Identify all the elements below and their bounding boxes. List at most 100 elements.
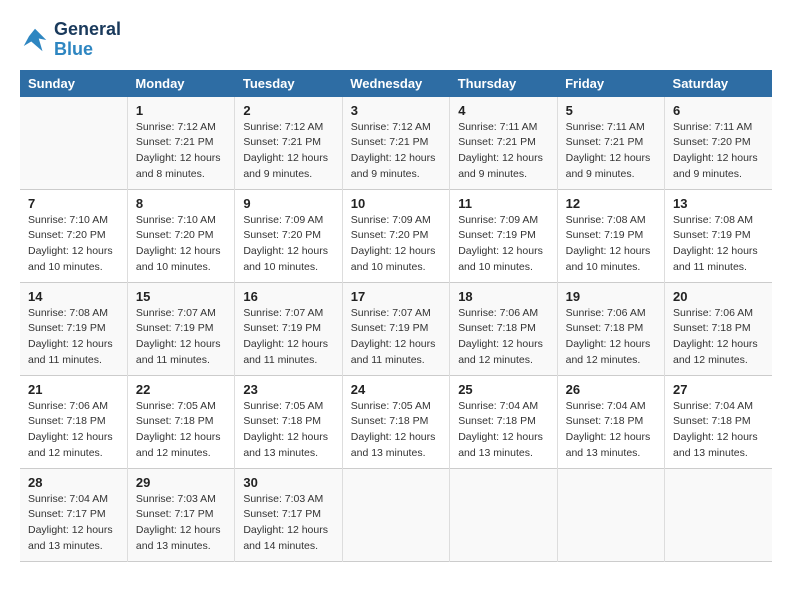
calendar-cell: 27 Sunrise: 7:04 AM Sunset: 7:18 PM Dayli… <box>665 375 772 468</box>
day-info: Sunrise: 7:06 AM Sunset: 7:18 PM Dayligh… <box>673 306 764 369</box>
calendar-cell: 20 Sunrise: 7:06 AM Sunset: 7:18 PM Dayli… <box>665 282 772 375</box>
day-number: 18 <box>458 289 548 304</box>
day-info: Sunrise: 7:07 AM Sunset: 7:19 PM Dayligh… <box>351 306 441 369</box>
day-info: Sunrise: 7:04 AM Sunset: 7:18 PM Dayligh… <box>458 399 548 462</box>
header-cell-monday: Monday <box>127 70 234 97</box>
calendar-cell: 1 Sunrise: 7:12 AM Sunset: 7:21 PM Daylig… <box>127 97 234 190</box>
page-header: General Blue <box>20 20 772 60</box>
calendar-cell: 19 Sunrise: 7:06 AM Sunset: 7:18 PM Dayli… <box>557 282 664 375</box>
day-number: 2 <box>243 103 333 118</box>
day-info: Sunrise: 7:11 AM Sunset: 7:20 PM Dayligh… <box>673 120 764 183</box>
day-info: Sunrise: 7:06 AM Sunset: 7:18 PM Dayligh… <box>566 306 656 369</box>
day-number: 10 <box>351 196 441 211</box>
calendar-cell <box>665 468 772 561</box>
calendar-cell <box>20 97 127 190</box>
day-number: 14 <box>28 289 119 304</box>
day-number: 6 <box>673 103 764 118</box>
day-number: 28 <box>28 475 119 490</box>
calendar-cell: 16 Sunrise: 7:07 AM Sunset: 7:19 PM Dayli… <box>235 282 342 375</box>
week-row-2: 7 Sunrise: 7:10 AM Sunset: 7:20 PM Daylig… <box>20 189 772 282</box>
calendar-cell: 25 Sunrise: 7:04 AM Sunset: 7:18 PM Dayli… <box>450 375 557 468</box>
day-number: 27 <box>673 382 764 397</box>
day-number: 22 <box>136 382 226 397</box>
calendar-cell: 26Sunrise: 7:04 AM Sunset: 7:18 PM Dayli… <box>557 375 664 468</box>
logo-text: General Blue <box>54 20 121 60</box>
calendar-cell: 28 Sunrise: 7:04 AM Sunset: 7:17 PM Dayli… <box>20 468 127 561</box>
day-number: 4 <box>458 103 548 118</box>
calendar-cell: 30 Sunrise: 7:03 AM Sunset: 7:17 PM Dayli… <box>235 468 342 561</box>
header-cell-sunday: Sunday <box>20 70 127 97</box>
calendar-cell: 7 Sunrise: 7:10 AM Sunset: 7:20 PM Daylig… <box>20 189 127 282</box>
week-row-1: 1 Sunrise: 7:12 AM Sunset: 7:21 PM Daylig… <box>20 97 772 190</box>
calendar-header: SundayMondayTuesdayWednesdayThursdayFrid… <box>20 70 772 97</box>
day-number: 15 <box>136 289 226 304</box>
week-row-5: 28 Sunrise: 7:04 AM Sunset: 7:17 PM Dayli… <box>20 468 772 561</box>
calendar-cell: 29Sunrise: 7:03 AM Sunset: 7:17 PM Dayli… <box>127 468 234 561</box>
day-number: 21 <box>28 382 119 397</box>
calendar-cell: 9Sunrise: 7:09 AM Sunset: 7:20 PM Daylig… <box>235 189 342 282</box>
day-number: 17 <box>351 289 441 304</box>
day-info: Sunrise: 7:07 AM Sunset: 7:19 PM Dayligh… <box>243 306 333 369</box>
day-info: Sunrise: 7:05 AM Sunset: 7:18 PM Dayligh… <box>243 399 333 462</box>
calendar-cell <box>557 468 664 561</box>
day-number: 16 <box>243 289 333 304</box>
calendar-cell: 2Sunrise: 7:12 AM Sunset: 7:21 PM Daylig… <box>235 97 342 190</box>
day-info: Sunrise: 7:08 AM Sunset: 7:19 PM Dayligh… <box>673 213 764 276</box>
calendar-cell: 22Sunrise: 7:05 AM Sunset: 7:18 PM Dayli… <box>127 375 234 468</box>
day-info: Sunrise: 7:08 AM Sunset: 7:19 PM Dayligh… <box>28 306 119 369</box>
day-number: 26 <box>566 382 656 397</box>
logo: General Blue <box>20 20 121 60</box>
day-number: 29 <box>136 475 226 490</box>
day-number: 24 <box>351 382 441 397</box>
day-number: 11 <box>458 196 548 211</box>
calendar-cell: 12 Sunrise: 7:08 AM Sunset: 7:19 PM Dayli… <box>557 189 664 282</box>
header-cell-saturday: Saturday <box>665 70 772 97</box>
day-number: 8 <box>136 196 226 211</box>
day-info: Sunrise: 7:06 AM Sunset: 7:18 PM Dayligh… <box>28 399 119 462</box>
calendar-cell: 6 Sunrise: 7:11 AM Sunset: 7:20 PM Daylig… <box>665 97 772 190</box>
calendar-cell: 4 Sunrise: 7:11 AM Sunset: 7:21 PM Daylig… <box>450 97 557 190</box>
calendar-cell: 5 Sunrise: 7:11 AM Sunset: 7:21 PM Daylig… <box>557 97 664 190</box>
calendar-cell: 14 Sunrise: 7:08 AM Sunset: 7:19 PM Dayli… <box>20 282 127 375</box>
calendar-cell: 13 Sunrise: 7:08 AM Sunset: 7:19 PM Dayli… <box>665 189 772 282</box>
calendar-cell: 17 Sunrise: 7:07 AM Sunset: 7:19 PM Dayli… <box>342 282 449 375</box>
header-cell-wednesday: Wednesday <box>342 70 449 97</box>
day-info: Sunrise: 7:04 AM Sunset: 7:18 PM Dayligh… <box>673 399 764 462</box>
day-number: 25 <box>458 382 548 397</box>
day-info: Sunrise: 7:10 AM Sunset: 7:20 PM Dayligh… <box>28 213 119 276</box>
day-info: Sunrise: 7:12 AM Sunset: 7:21 PM Dayligh… <box>136 120 226 183</box>
calendar-cell: 24 Sunrise: 7:05 AM Sunset: 7:18 PM Dayli… <box>342 375 449 468</box>
calendar-cell <box>342 468 449 561</box>
calendar-cell: 18 Sunrise: 7:06 AM Sunset: 7:18 PM Dayli… <box>450 282 557 375</box>
calendar-body: 1 Sunrise: 7:12 AM Sunset: 7:21 PM Daylig… <box>20 97 772 562</box>
day-info: Sunrise: 7:05 AM Sunset: 7:18 PM Dayligh… <box>351 399 441 462</box>
day-info: Sunrise: 7:09 AM Sunset: 7:20 PM Dayligh… <box>351 213 441 276</box>
day-info: Sunrise: 7:03 AM Sunset: 7:17 PM Dayligh… <box>243 492 333 555</box>
day-info: Sunrise: 7:07 AM Sunset: 7:19 PM Dayligh… <box>136 306 226 369</box>
day-number: 30 <box>243 475 333 490</box>
calendar-cell <box>450 468 557 561</box>
day-info: Sunrise: 7:04 AM Sunset: 7:17 PM Dayligh… <box>28 492 119 555</box>
day-number: 3 <box>351 103 441 118</box>
day-number: 19 <box>566 289 656 304</box>
header-row: SundayMondayTuesdayWednesdayThursdayFrid… <box>20 70 772 97</box>
calendar-table: SundayMondayTuesdayWednesdayThursdayFrid… <box>20 70 772 562</box>
day-info: Sunrise: 7:09 AM Sunset: 7:19 PM Dayligh… <box>458 213 548 276</box>
day-number: 1 <box>136 103 226 118</box>
day-info: Sunrise: 7:11 AM Sunset: 7:21 PM Dayligh… <box>566 120 656 183</box>
day-number: 7 <box>28 196 119 211</box>
day-number: 12 <box>566 196 656 211</box>
day-number: 13 <box>673 196 764 211</box>
calendar-cell: 15 Sunrise: 7:07 AM Sunset: 7:19 PM Dayli… <box>127 282 234 375</box>
day-number: 20 <box>673 289 764 304</box>
day-info: Sunrise: 7:11 AM Sunset: 7:21 PM Dayligh… <box>458 120 548 183</box>
header-cell-tuesday: Tuesday <box>235 70 342 97</box>
day-info: Sunrise: 7:10 AM Sunset: 7:20 PM Dayligh… <box>136 213 226 276</box>
header-cell-thursday: Thursday <box>450 70 557 97</box>
day-number: 23 <box>243 382 333 397</box>
calendar-cell: 8 Sunrise: 7:10 AM Sunset: 7:20 PM Daylig… <box>127 189 234 282</box>
day-info: Sunrise: 7:08 AM Sunset: 7:19 PM Dayligh… <box>566 213 656 276</box>
day-info: Sunrise: 7:06 AM Sunset: 7:18 PM Dayligh… <box>458 306 548 369</box>
day-number: 5 <box>566 103 656 118</box>
logo-icon <box>20 25 50 55</box>
